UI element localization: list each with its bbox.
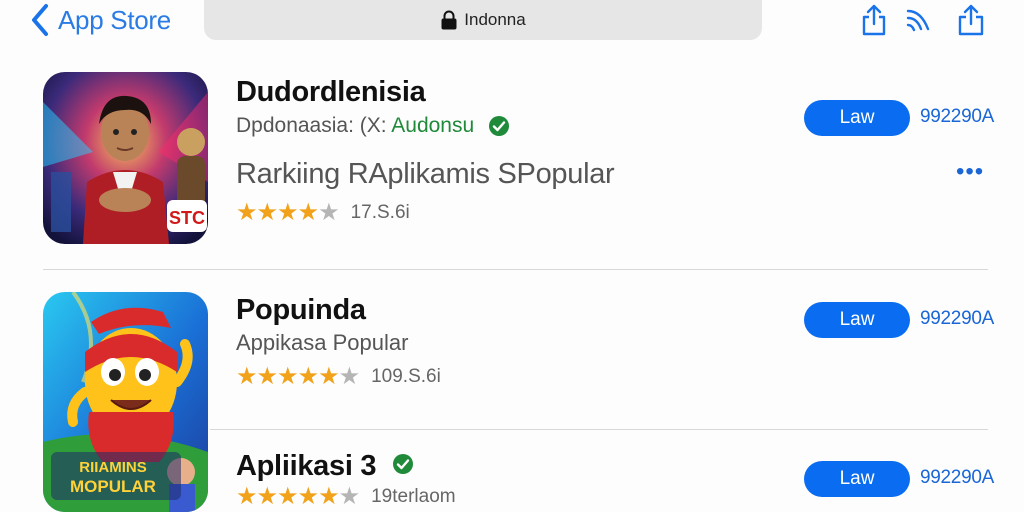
get-button[interactable]: Law xyxy=(804,100,910,136)
app-name[interactable]: Apliikasi 3 xyxy=(236,450,414,483)
app-subtitle: Appikasa Popular xyxy=(236,330,409,355)
star-rating: ★★★★★ xyxy=(236,199,340,226)
divider xyxy=(43,269,988,270)
rating-count: 109.S.6i xyxy=(371,365,441,387)
get-button[interactable]: Law xyxy=(804,461,910,497)
app-row-1[interactable]: STC Dudordlenisia Dpdonaasia: (X: Audons… xyxy=(0,72,1024,272)
more-options-icon[interactable]: ••• xyxy=(956,160,984,184)
lock-icon xyxy=(440,10,458,30)
app-name[interactable]: Popuinda xyxy=(236,294,366,327)
url-text: Indonna xyxy=(464,10,526,29)
ranking-label: Rarkiing RAplikamis SPopular xyxy=(236,158,615,190)
back-label: App Store xyxy=(58,4,171,35)
price-label: 992290A xyxy=(920,308,994,329)
app-row-3[interactable]: Apliikasi 3 ★★★★★★ 19terlaom Law 992290A xyxy=(0,446,1024,512)
price-label: 992290A xyxy=(920,467,994,488)
rating-count: 17.S.6i xyxy=(350,201,410,223)
app-name-text: Apliikasi 3 xyxy=(236,450,377,482)
app-badge-text: STC xyxy=(169,208,205,228)
app-name[interactable]: Dudordlenisia xyxy=(236,76,426,109)
share-icon[interactable] xyxy=(858,2,890,38)
rating: ★★★★★★ 19terlaom xyxy=(236,482,456,511)
divider xyxy=(210,429,988,430)
app-subtitle: Dpdonaasia: (X: Audonsu xyxy=(236,114,510,138)
developer-label: Dpdonaasia: (X: xyxy=(236,114,392,137)
rating: ★★★★★★ 109.S.6i xyxy=(236,362,441,391)
category-label: Audonsu xyxy=(391,114,475,137)
signal-icon[interactable] xyxy=(903,2,935,38)
verified-check-icon xyxy=(392,454,413,475)
star-rating: ★★★★★★ xyxy=(236,363,360,390)
back-button[interactable]: App Store xyxy=(30,2,171,38)
app-row-2[interactable]: RIIAMINS MOPULAR Popuinda Appikasa Popul… xyxy=(0,292,1024,512)
address-bar[interactable]: Indonna xyxy=(204,0,762,40)
chevron-left-icon xyxy=(32,4,48,36)
star-rating: ★★★★★★ xyxy=(236,483,360,510)
rating-count: 19terlaom xyxy=(371,485,456,507)
navigation-bar: App Store Indonna xyxy=(0,0,1024,48)
app-icon-1[interactable]: STC xyxy=(43,72,208,244)
verified-check-icon xyxy=(489,116,510,137)
price-label: 992290A xyxy=(920,106,994,127)
get-button[interactable]: Law xyxy=(804,302,910,338)
share-icon[interactable] xyxy=(955,2,987,38)
rating: ★★★★★ 17.S.6i xyxy=(236,198,410,227)
